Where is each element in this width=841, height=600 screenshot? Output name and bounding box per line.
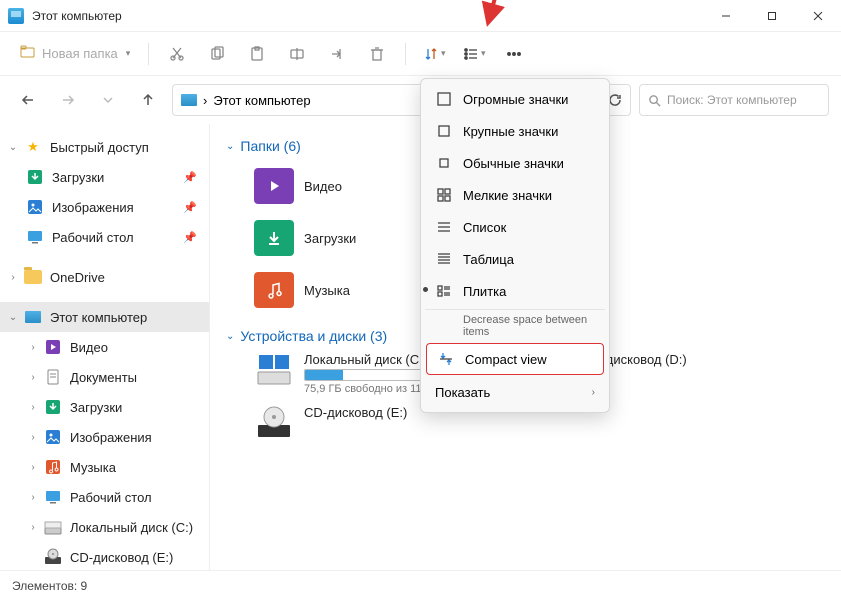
cut-button[interactable] [159, 38, 195, 70]
up-button[interactable] [132, 84, 164, 116]
sidebar-item-documents[interactable]: ›Документы [0, 362, 209, 392]
menu-item-show[interactable]: Показать› [425, 376, 605, 408]
view-button[interactable]: ▾ [456, 38, 492, 70]
chevron-right-icon: › [6, 272, 20, 283]
sidebar-item-desktop-pc[interactable]: ›Рабочий стол [0, 482, 209, 512]
menu-item-list[interactable]: Список [425, 211, 605, 243]
sidebar-item-cd-drive[interactable]: CD-дисковод (E:) [0, 542, 209, 570]
rename-button[interactable] [279, 38, 315, 70]
window-title: Этот компьютер [32, 9, 703, 23]
menu-item-small-icons[interactable]: Мелкие значки [425, 179, 605, 211]
sidebar-item-local-disk[interactable]: ›Локальный диск (C:) [0, 512, 209, 542]
folder-icon [24, 268, 42, 286]
separator [148, 43, 149, 65]
menu-item-compact-view[interactable]: Compact view [426, 343, 604, 375]
breadcrumb-item[interactable]: Этот компьютер [213, 93, 310, 108]
chevron-down-icon: ⌄ [226, 141, 234, 152]
sidebar-item-music-pc[interactable]: ›Музыка [0, 452, 209, 482]
share-button[interactable] [319, 38, 355, 70]
more-button[interactable] [496, 38, 532, 70]
cd-icon [44, 548, 62, 566]
sidebar-item-quick-access[interactable]: ⌄ ★ Быстрый доступ [0, 132, 209, 162]
pc-icon [24, 308, 42, 326]
small-icons-icon [435, 187, 453, 203]
xl-icons-icon [435, 91, 453, 107]
separator [405, 43, 406, 65]
pictures-icon [26, 198, 44, 216]
forward-button[interactable] [52, 84, 84, 116]
details-icon [435, 251, 453, 267]
title-bar: Этот компьютер [0, 0, 841, 32]
status-bar: Элементов: 9 [0, 570, 841, 600]
desktop-icon [26, 228, 44, 246]
sort-button[interactable]: ▾ [416, 38, 452, 70]
sidebar-item-pictures-pc[interactable]: ›Изображения [0, 422, 209, 452]
new-folder-icon [20, 44, 36, 63]
command-toolbar: Новая папка ▾ ▾ ▾ [0, 32, 841, 76]
windows-disk-icon [254, 352, 294, 388]
medium-icons-icon [435, 155, 453, 171]
back-button[interactable] [12, 84, 44, 116]
music-icon [44, 458, 62, 476]
sidebar-item-videos[interactable]: ›Видео [0, 332, 209, 362]
chevron-down-icon: ▾ [126, 48, 131, 59]
delete-button[interactable] [359, 38, 395, 70]
disk-icon [44, 518, 62, 536]
new-folder-label: Новая папка [42, 46, 118, 61]
sidebar-item-downloads-pc[interactable]: ›Загрузки [0, 392, 209, 422]
downloads-icon [26, 168, 44, 186]
chevron-down-icon: ⌄ [6, 142, 20, 153]
menu-item-large-icons[interactable]: Крупные значки [425, 115, 605, 147]
list-icon [435, 219, 453, 235]
search-input[interactable]: Поиск: Этот компьютер [639, 84, 829, 116]
app-icon [8, 8, 24, 24]
status-item-count: Элементов: 9 [12, 579, 87, 593]
cd-drive-icon [254, 405, 294, 441]
large-icons-icon [435, 123, 453, 139]
close-button[interactable] [795, 0, 841, 32]
downloads-icon [44, 398, 62, 416]
annotation-arrow [450, 0, 510, 35]
pin-icon: 📌 [183, 201, 197, 214]
sidebar-item-pictures[interactable]: Изображения 📌 [0, 192, 209, 222]
sidebar-item-onedrive[interactable]: › OneDrive [0, 262, 209, 292]
active-indicator [423, 287, 428, 292]
copy-button[interactable] [199, 38, 235, 70]
breadcrumb-sep: › [203, 93, 207, 108]
search-placeholder: Поиск: Этот компьютер [667, 93, 797, 107]
video-icon [44, 338, 62, 356]
sidebar-item-this-pc[interactable]: ⌄ Этот компьютер [0, 302, 209, 332]
chevron-down-icon: ⌄ [226, 331, 234, 342]
paste-button[interactable] [239, 38, 275, 70]
video-icon [254, 168, 294, 204]
music-icon [254, 272, 294, 308]
pin-icon: 📌 [183, 171, 197, 184]
star-icon: ★ [24, 138, 42, 156]
tiles-icon [435, 283, 453, 299]
menu-item-details[interactable]: Таблица [425, 243, 605, 275]
pictures-icon [44, 428, 62, 446]
chevron-right-icon: › [592, 387, 595, 398]
menu-item-xl-icons[interactable]: Огромные значки [425, 83, 605, 115]
desktop-icon [44, 488, 62, 506]
pc-icon [181, 94, 197, 106]
sidebar-item-desktop[interactable]: Рабочий стол 📌 [0, 222, 209, 252]
menu-subtitle: Decrease space between items [425, 309, 605, 342]
minimize-button[interactable] [703, 0, 749, 32]
search-icon [648, 94, 661, 107]
downloads-icon [254, 220, 294, 256]
documents-icon [44, 368, 62, 386]
capacity-bar [304, 369, 424, 381]
navigation-pane[interactable]: ⌄ ★ Быстрый доступ Загрузки 📌 Изображени… [0, 124, 210, 570]
sidebar-item-downloads[interactable]: Загрузки 📌 [0, 162, 209, 192]
menu-item-tiles[interactable]: Плитка [425, 275, 605, 307]
maximize-button[interactable] [749, 0, 795, 32]
menu-item-medium-icons[interactable]: Обычные значки [425, 147, 605, 179]
compact-icon [437, 351, 455, 367]
chevron-down-icon: ⌄ [6, 312, 20, 323]
new-folder-button[interactable]: Новая папка ▾ [12, 40, 138, 67]
pin-icon: 📌 [183, 231, 197, 244]
recent-button[interactable] [92, 84, 124, 116]
view-menu: Огромные значки Крупные значки Обычные з… [420, 78, 610, 413]
